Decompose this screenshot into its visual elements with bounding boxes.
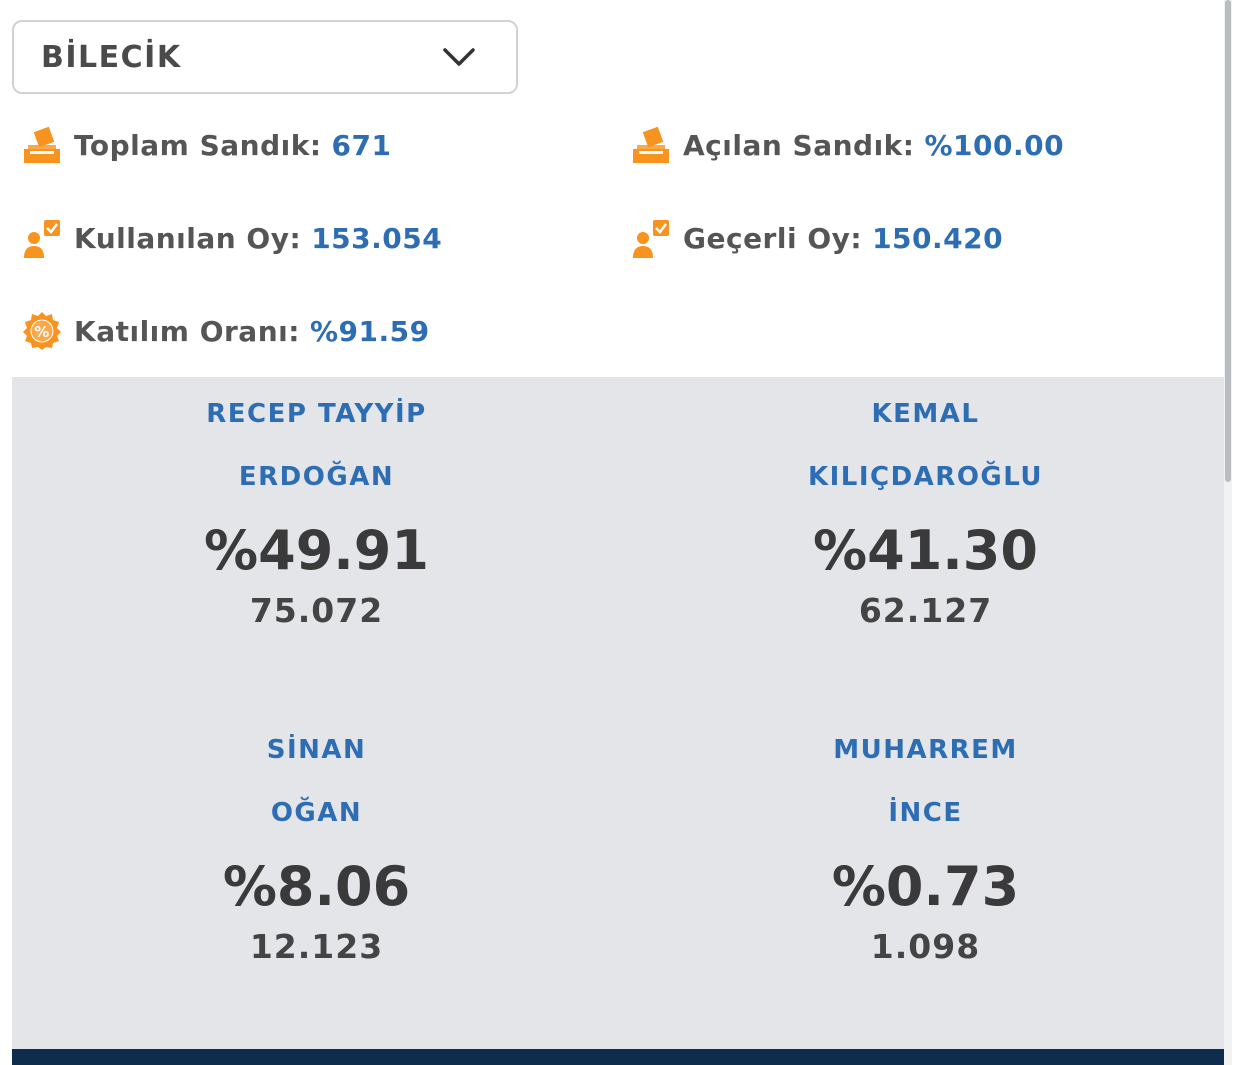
- stat-label: Kullanılan Oy:: [74, 221, 302, 255]
- stat-gecerli-oy: Geçerli Oy: 150.420: [631, 216, 1003, 260]
- scrollbar-thumb[interactable]: [1225, 0, 1231, 482]
- voter-check-icon: [631, 218, 671, 258]
- ballot-box-icon: [22, 125, 62, 165]
- chevron-down-icon[interactable]: [442, 46, 476, 68]
- candidate-percent: %8.06: [222, 855, 411, 918]
- voter-check-icon: [22, 218, 62, 258]
- percent-badge-icon: %: [22, 311, 62, 351]
- stat-value: 153.054: [311, 221, 443, 255]
- stat-value: %91.59: [309, 314, 430, 348]
- candidate-last-name: OĞAN: [270, 798, 363, 828]
- city-select-value: BİLECİK: [41, 39, 182, 75]
- candidate-percent: %41.30: [813, 519, 1038, 582]
- candidate-votes: 1.098: [870, 927, 981, 966]
- candidate-name: KEMAL KILIÇDAROĞLU: [621, 383, 1230, 509]
- stat-value: %100.00: [924, 128, 1065, 162]
- stat-label: Katılım Oranı:: [74, 314, 300, 348]
- stat-kullanilan-oy: Kullanılan Oy: 153.054: [22, 216, 442, 260]
- footer-bar: [12, 1049, 1230, 1065]
- stat-label: Toplam Sandık:: [74, 128, 322, 162]
- candidate-card: KEMAL KILIÇDAROĞLU %41.30 62.127: [621, 383, 1230, 630]
- stat-label: Açılan Sandık:: [683, 128, 915, 162]
- candidate-card: RECEP TAYYİP ERDOĞAN %49.91 75.072: [12, 383, 621, 630]
- ballot-box-icon: [631, 125, 671, 165]
- stat-acilan-sandik: Açılan Sandık: %100.00: [631, 123, 1064, 167]
- candidate-votes: 12.123: [249, 927, 384, 966]
- stat-label: Geçerli Oy:: [683, 221, 863, 255]
- candidate-percent: %49.91: [204, 519, 429, 582]
- candidate-first-name: SİNAN: [266, 735, 367, 765]
- candidate-card: MUHARREM İNCE %0.73 1.098: [621, 719, 1230, 966]
- candidate-last-name: İNCE: [888, 798, 963, 828]
- stat-katilim-orani: % Katılım Oranı: %91.59: [22, 309, 430, 353]
- candidate-votes: 75.072: [249, 591, 384, 630]
- candidate-percent: %0.73: [831, 855, 1020, 918]
- candidate-name: MUHARREM İNCE: [621, 719, 1230, 845]
- candidate-first-name: KEMAL: [871, 399, 980, 429]
- candidate-name: SİNAN OĞAN: [12, 719, 621, 845]
- candidate-name: RECEP TAYYİP ERDOĞAN: [12, 383, 621, 509]
- candidate-results-panel: RECEP TAYYİP ERDOĞAN %49.91 75.072 KEMAL…: [12, 377, 1230, 1049]
- stat-value: 150.420: [872, 221, 1004, 255]
- stat-value: 671: [331, 128, 392, 162]
- stat-toplam-sandik: Toplam Sandık: 671: [22, 123, 391, 167]
- candidate-first-name: MUHARREM: [833, 735, 1018, 765]
- candidate-card: SİNAN OĞAN %8.06 12.123: [12, 719, 621, 966]
- candidate-last-name: ERDOĞAN: [238, 462, 395, 492]
- candidate-votes: 62.127: [858, 591, 993, 630]
- candidate-first-name: RECEP TAYYİP: [206, 399, 427, 429]
- candidate-last-name: KILIÇDAROĞLU: [807, 462, 1044, 492]
- svg-text:%: %: [34, 323, 50, 341]
- city-select[interactable]: BİLECİK: [12, 20, 518, 94]
